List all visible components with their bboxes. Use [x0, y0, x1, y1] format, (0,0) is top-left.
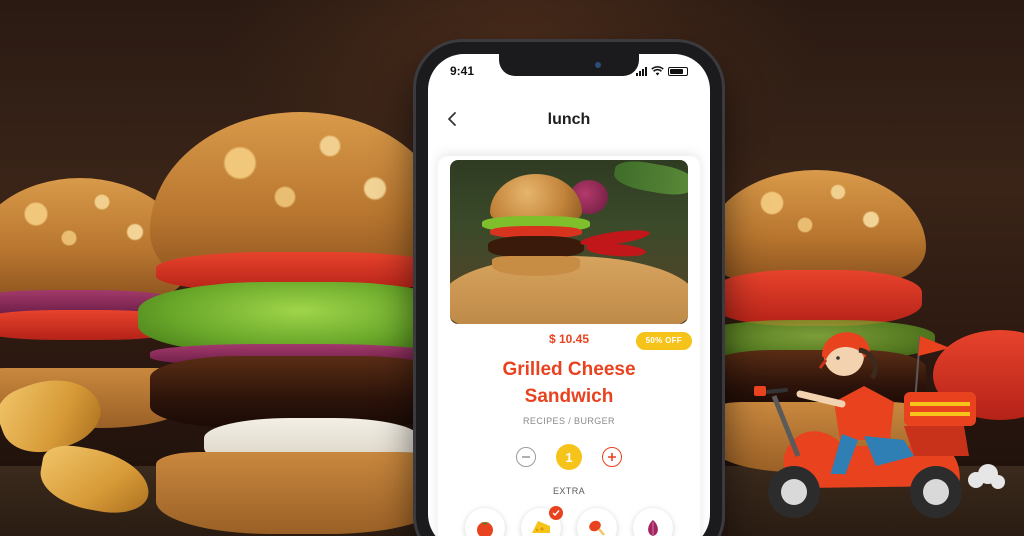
product-name-line2: Sandwich — [524, 386, 614, 407]
cheese-icon — [532, 521, 550, 533]
page-title: lunch — [547, 111, 591, 128]
chicken-leg-icon — [589, 520, 605, 536]
quantity-value: 1 — [556, 444, 582, 470]
minus-icon — [522, 456, 530, 458]
quantity-stepper: 1 — [438, 444, 700, 470]
back-arrow-icon[interactable] — [442, 108, 464, 130]
product-card: $ 10.45 50% OFF Grilled Cheese Sandwich … — [438, 156, 700, 536]
extra-label: EXTRA — [552, 486, 585, 496]
status-bar: 9:41 — [428, 62, 710, 80]
product-name-line1: Grilled Cheese — [502, 359, 636, 380]
decrease-quantity-button[interactable] — [516, 447, 536, 467]
wifi-icon — [651, 66, 664, 76]
extras-list — [438, 506, 700, 536]
tomato-icon — [477, 522, 493, 536]
delivery-scooter-illustration — [754, 332, 1005, 518]
discount-badge: 50% OFF — [635, 332, 692, 350]
status-icons — [636, 66, 688, 76]
increase-quantity-button[interactable] — [602, 447, 622, 467]
plus-icon — [608, 453, 616, 461]
extra-cheese-button[interactable] — [521, 506, 563, 536]
status-time: 9:41 — [450, 64, 475, 78]
signal-icon — [636, 66, 647, 76]
price-row: $ 10.45 50% OFF — [438, 332, 700, 350]
product-name: Grilled Cheese Sandwich — [438, 356, 700, 410]
burger-main — [138, 112, 462, 534]
product-photo — [450, 160, 688, 324]
battery-icon — [668, 66, 688, 76]
selected-check-icon — [549, 506, 563, 520]
extra-tomato-button[interactable] — [465, 508, 505, 536]
extra-chicken-button[interactable] — [577, 508, 617, 536]
phone-mockup: 9:41 lunch $ 10.45 50% OFF Grilled Chees… — [416, 42, 722, 536]
nav-bar: lunch — [428, 106, 710, 134]
product-category: RECIPES / BURGER — [523, 416, 615, 426]
phone-screen: 9:41 lunch $ 10.45 50% OFF Grilled Chees… — [428, 54, 710, 536]
onion-icon — [648, 520, 658, 536]
extra-onion-button[interactable] — [633, 508, 673, 536]
